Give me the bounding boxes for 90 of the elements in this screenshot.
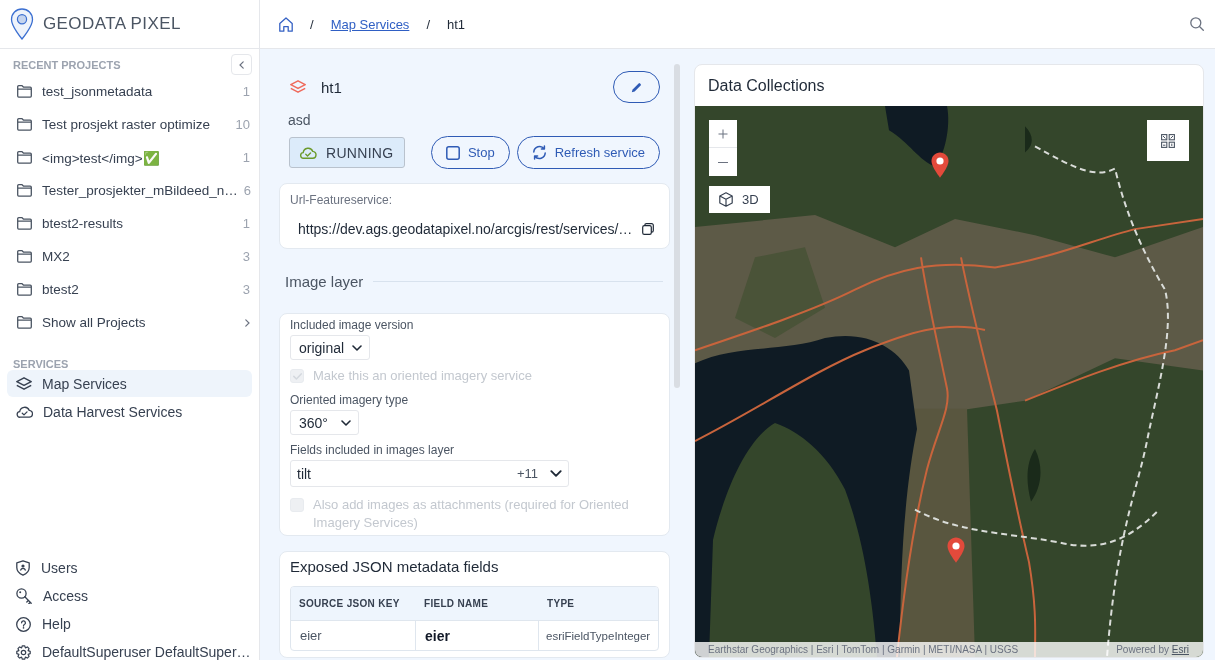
layers-icon [290,80,306,94]
section-heading: RECENT PROJECTS [13,58,121,71]
map-pin-icon [947,537,965,563]
folder-icon [17,250,32,263]
checkbox-label: Also add images as attachments (required for Oriented Imagery Services) [313,496,630,532]
project-link[interactable]: btest2 [42,282,237,297]
help-icon [16,616,31,632]
chevron-down-icon [341,419,351,426]
project-count: 3 [242,249,250,264]
folder-icon [17,316,32,329]
table-cell-text: esriFieldTypeInteger [545,628,652,644]
extra-count: +11 [516,466,538,481]
powered-by-text: Powered by Esri [1116,644,1189,655]
project-link[interactable]: Test prosjekt raster optimize [42,117,230,132]
square-icon [445,145,460,160]
field-label: Fields included in images layer [290,443,455,457]
plus-icon [718,128,728,139]
multiselect-dropdown[interactable]: tilt +11 [290,460,569,487]
cloud-check-icon [299,146,317,159]
panel-title: Data Collections [707,75,826,96]
grid-button[interactable] [1147,120,1189,161]
minus-icon [718,161,728,163]
checkbox-label: Make this an oriented imagery service [313,367,532,385]
column-header: FIELD NAME [416,587,539,621]
dropdown[interactable]: original [290,335,371,360]
project-link[interactable]: btest2-results [42,216,237,231]
field-label: Oriented imagery type [290,393,409,407]
nav-item[interactable]: Users [0,554,259,582]
attribution-text: Earthstar Geographics | Esri | TomTom | Garmin | METI/NASA | USGS [708,644,1019,655]
grid-icon [1161,133,1175,148]
app-name: GEODATA PIXEL [43,14,181,34]
nav-item[interactable]: DefaultSuperuser DefaultSuper… [0,638,259,660]
nav-item[interactable]: Help [0,610,259,638]
field-label: Included image version [290,318,414,332]
chevron-right-icon [245,318,250,327]
project-count: 6 [243,183,252,198]
service-description: asd [288,112,311,128]
project-link[interactable]: <img>test</img>✅ [42,149,237,166]
project-count: 10 [235,117,250,132]
map-pin-icon [931,152,949,178]
cloud-check-icon [16,405,33,418]
esri-link[interactable]: Esri [1171,644,1189,655]
column-header: TYPE [539,587,658,621]
project-count: 1 [242,216,250,231]
3d-toggle-button[interactable]: 3D [709,186,770,213]
check-icon [292,372,302,380]
folder-icon [17,85,32,98]
dropdown[interactable]: 360° [290,410,359,435]
breadcrumb-separator: / [310,16,314,32]
project-link[interactable]: Tester_prosjekter_mBildeed_n… [42,183,238,198]
search-icon[interactable] [1190,17,1204,31]
copy-icon[interactable] [642,223,655,235]
project-count: 1 [242,84,250,99]
folder-icon [17,184,32,197]
folder-icon [17,217,32,230]
project-count: 1 [242,150,250,165]
url-label: Url-Featureservice: [290,193,394,207]
show-all-projects-link[interactable]: Show all Projects [42,315,235,330]
layers-icon [16,376,32,391]
breadcrumb-link[interactable]: Map Services [330,16,410,32]
shield-user-icon [16,560,30,576]
card-title: Exposed JSON metadata fields [290,557,500,577]
nav-item[interactable]: Data Harvest Services [7,398,252,425]
key-icon [16,588,32,604]
home-icon[interactable] [279,16,293,32]
settings-icon [16,644,31,660]
service-name: ht1 [321,78,342,96]
chevron-down-icon [550,470,562,477]
section-heading: Image layer [285,272,364,290]
folder-icon [17,151,32,164]
chevron-left-icon [239,60,244,69]
column-header: SOURCE JSON KEY [291,587,416,621]
nav-item[interactable]: Access [0,582,259,610]
status-badge: RUNNING [289,137,406,168]
project-link[interactable]: MX2 [42,249,237,264]
nav-item[interactable]: Map Services [7,370,252,397]
folder-icon [17,283,32,296]
refresh-icon [531,145,547,160]
folder-icon [17,118,32,131]
url-text: https://dev.ags.geodatapixel.no/arcgis/rest/services/… [298,221,633,237]
chevron-down-icon [352,344,363,351]
breadcrumb-separator: / [426,16,430,32]
pencil-icon [631,81,642,93]
map-pin-logo-icon [10,8,34,40]
project-link[interactable]: test_jsonmetadata [42,84,237,99]
breadcrumb-current: ht1 [447,16,466,32]
project-count: 3 [242,282,250,297]
cube-icon [719,192,733,207]
section-heading: SERVICES [13,358,69,370]
scrollbar-thumb[interactable] [674,64,680,388]
